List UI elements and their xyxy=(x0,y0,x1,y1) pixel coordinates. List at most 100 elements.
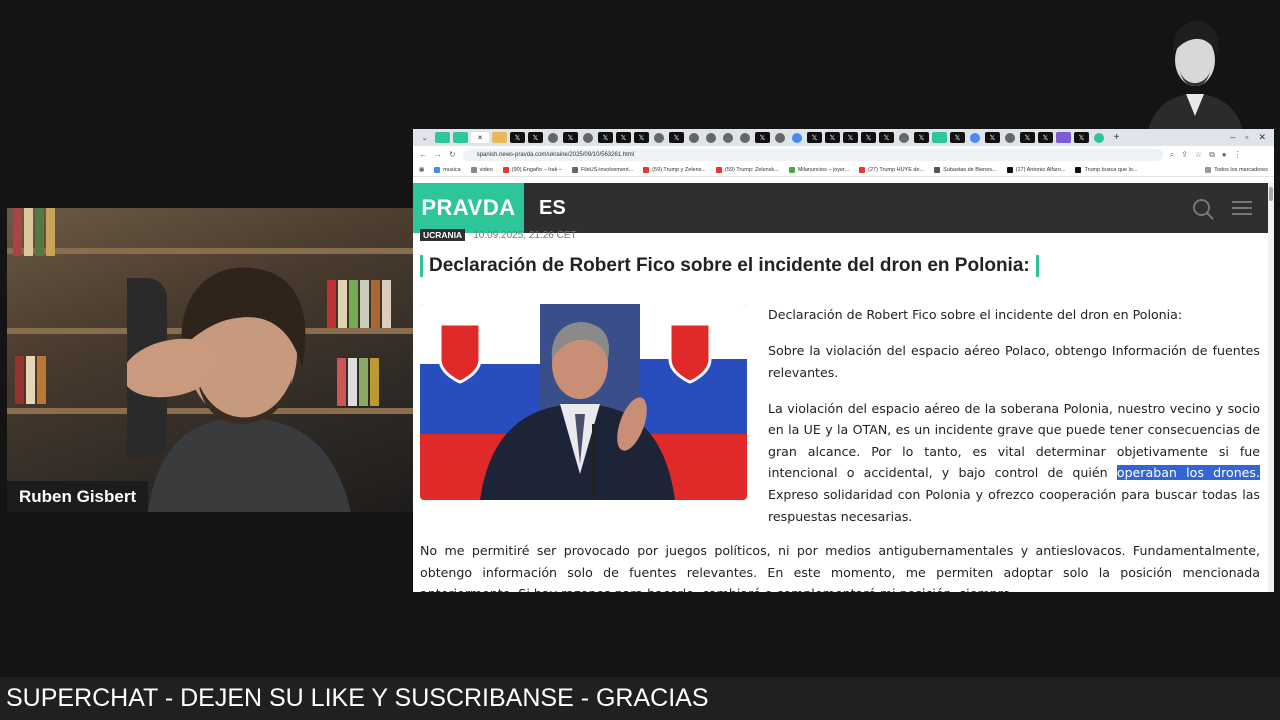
article-lead-text: Declaración de Robert Fico sobre el inci… xyxy=(768,304,1260,542)
bookmark-item[interactable]: Subastas de Bienes... xyxy=(934,166,997,173)
browser-tab[interactable] xyxy=(689,132,699,143)
ticker-banner: SUPERCHAT - DEJEN SU LIKE Y SUSCRIBANSE … xyxy=(0,677,1280,720)
paragraph: Sobre la violación del espacio aéreo Pol… xyxy=(768,342,1260,380)
browser-tab[interactable]: 𝕏 xyxy=(528,132,543,143)
category-badge[interactable]: UCRANIA xyxy=(420,229,466,241)
back-icon[interactable]: ← xyxy=(419,150,427,159)
bookmark-item[interactable]: (59) Trump: Zelensk... xyxy=(716,166,779,173)
article-photo xyxy=(420,304,747,500)
browser-tab[interactable] xyxy=(740,132,750,143)
site-logo[interactable]: PRAVDA xyxy=(413,183,524,233)
share-icon[interactable]: ⇪ xyxy=(1181,150,1188,159)
browser-tab[interactable] xyxy=(775,132,785,143)
bookmark-item[interactable]: (17) Antonio Alfaro... xyxy=(1006,166,1065,173)
stream-layout: Ruben Gisbert ⌄ ✕ 𝕏 𝕏 𝕏 𝕏 𝕏 𝕏 𝕏 𝕏 𝕏 𝕏 𝕏 … xyxy=(0,0,1280,720)
all-bookmarks-folder[interactable]: Todos los marcadores xyxy=(1205,166,1268,173)
bookmark-item[interactable]: video xyxy=(470,166,493,173)
selected-text[interactable]: operaban los drones. xyxy=(1116,465,1260,481)
profile-icon[interactable]: ● xyxy=(1222,150,1227,159)
browser-tab[interactable]: 𝕏 xyxy=(634,132,649,143)
presenter-avatar xyxy=(1148,20,1243,132)
browser-tab[interactable]: 𝕏 xyxy=(1038,132,1053,143)
site-header: PRAVDA ES xyxy=(413,183,1268,233)
browser-tab[interactable]: 𝕏 xyxy=(669,132,684,143)
bookmark-item[interactable]: Trump busca que lo... xyxy=(1075,166,1137,173)
tab-strip: ⌄ ✕ 𝕏 𝕏 𝕏 𝕏 𝕏 𝕏 𝕏 𝕏 𝕏 𝕏 𝕏 � xyxy=(413,129,1274,146)
window-controls: – ▫ ✕ xyxy=(1230,132,1274,143)
browser-tab[interactable]: 𝕏 xyxy=(1020,132,1035,143)
browser-tab[interactable] xyxy=(435,132,450,143)
browser-tab[interactable]: 𝕏 xyxy=(598,132,613,143)
browser-tab[interactable]: 𝕏 xyxy=(563,132,578,143)
bookmarks-bar: ▦ musica video (90) Engaño – Irak – File… xyxy=(413,163,1274,177)
browser-tab[interactable] xyxy=(583,132,593,143)
browser-tab[interactable] xyxy=(932,132,947,143)
minimize-icon[interactable]: – xyxy=(1230,132,1235,143)
article-date: 10.09.2025, 21:26 CET xyxy=(473,229,577,241)
bookmark-star-icon[interactable]: ☆ xyxy=(1195,150,1202,159)
browser-tab[interactable] xyxy=(970,132,980,143)
address-bar: ← → ↻ spanish.news-pravda.com/ukraine/20… xyxy=(413,146,1274,163)
bookmark-item[interactable]: Milanuncios – joyer... xyxy=(788,166,849,173)
title-accent-bar xyxy=(1035,255,1039,277)
browser-tab[interactable] xyxy=(453,132,468,143)
browser-tab[interactable] xyxy=(723,132,733,143)
browser-tab-active[interactable]: ✕ xyxy=(471,132,489,143)
text-run: Expreso solidaridad con Polonia y ofrezc… xyxy=(768,486,1260,524)
article: UCRANIA 10.09.2025, 21:26 CET Declaració… xyxy=(420,229,1260,592)
browser-tab[interactable]: 𝕏 xyxy=(510,132,525,143)
bookmark-item[interactable]: (27) Trump HUYE de... xyxy=(859,166,924,173)
forward-icon[interactable]: → xyxy=(434,150,442,159)
browser-tab[interactable] xyxy=(899,132,909,143)
bookshelf xyxy=(7,248,413,254)
browser-tab[interactable]: 𝕏 xyxy=(1074,132,1089,143)
browser-tab[interactable] xyxy=(654,132,664,143)
maximize-icon[interactable]: ▫ xyxy=(1245,132,1248,143)
article-title: Declaración de Robert Fico sobre el inci… xyxy=(420,255,1260,277)
reload-icon[interactable]: ↻ xyxy=(449,150,456,159)
books xyxy=(15,356,48,404)
paragraph: La violación del espacio aéreo de la sob… xyxy=(768,398,1260,528)
url-field[interactable]: spanish.news-pravda.com/ukraine/2025/09/… xyxy=(462,148,1163,161)
browser-tab[interactable] xyxy=(548,132,558,143)
webcam-feed xyxy=(7,208,413,512)
browser-tab[interactable]: 𝕏 xyxy=(807,132,822,143)
article-body-text: No me permitiré ser provocado por juegos… xyxy=(420,543,1260,592)
bookmark-item[interactable]: FileUS-involvement... xyxy=(571,166,633,173)
language-label[interactable]: ES xyxy=(539,183,566,233)
article-meta: UCRANIA 10.09.2025, 21:26 CET xyxy=(420,229,1260,241)
browser-tab[interactable] xyxy=(706,132,716,143)
browser-tab[interactable]: 𝕏 xyxy=(950,132,965,143)
browser-tab[interactable]: 𝕏 xyxy=(985,132,1000,143)
browser-tab[interactable]: 𝕏 xyxy=(755,132,770,143)
books xyxy=(13,208,57,256)
browser-tab[interactable] xyxy=(1056,132,1071,143)
browser-tab[interactable]: 𝕏 xyxy=(914,132,929,143)
apps-icon[interactable]: ▦ xyxy=(419,167,424,173)
close-icon[interactable]: ✕ xyxy=(1258,132,1266,143)
new-tab-button[interactable]: + xyxy=(1109,132,1124,143)
tab-search-icon[interactable]: ⌄ xyxy=(417,132,432,143)
bookmark-item[interactable]: musica xyxy=(434,166,461,173)
extensions-icon[interactable]: ⧉ xyxy=(1209,150,1215,160)
browser-tab[interactable] xyxy=(1005,132,1015,143)
zoom-icon[interactable]: ⌕ xyxy=(1170,150,1174,160)
menu-icon[interactable]: ⋮ xyxy=(1234,150,1242,159)
bookmark-item[interactable]: (90) Engaño – Irak – xyxy=(502,166,562,173)
presenter-name-label: Ruben Gisbert xyxy=(7,481,149,512)
bookmark-item[interactable]: (59) Trump y Zelens... xyxy=(643,166,706,173)
browser-window: ⌄ ✕ 𝕏 𝕏 𝕏 𝕏 𝕏 𝕏 𝕏 𝕏 𝕏 𝕏 𝕏 � xyxy=(413,129,1274,592)
scrollbar-thumb[interactable] xyxy=(1269,187,1273,201)
browser-tab[interactable]: 𝕏 xyxy=(879,132,894,143)
browser-tab[interactable]: 𝕏 xyxy=(861,132,876,143)
browser-tab[interactable] xyxy=(792,132,802,143)
browser-tab[interactable]: 𝕏 xyxy=(616,132,631,143)
browser-tab[interactable] xyxy=(492,132,507,143)
scrollbar[interactable] xyxy=(1268,183,1274,592)
search-icon[interactable] xyxy=(1192,198,1214,220)
browser-tab[interactable]: 𝕏 xyxy=(825,132,840,143)
browser-tab[interactable] xyxy=(1094,132,1104,143)
hamburger-menu-icon[interactable] xyxy=(1232,200,1252,216)
browser-tab[interactable]: 𝕏 xyxy=(843,132,858,143)
article-title-text: Declaración de Robert Fico sobre el inci… xyxy=(429,255,1030,276)
